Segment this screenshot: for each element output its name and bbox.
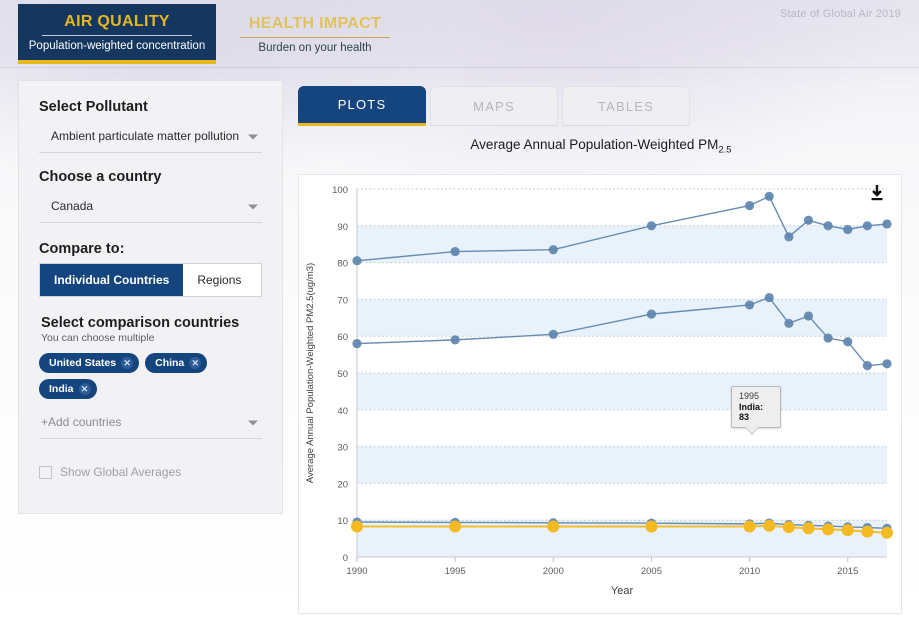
chart-title-subscript: 2.5 (718, 144, 732, 156)
remove-country-icon[interactable]: ✕ (189, 357, 202, 369)
mode-tab-health-impact-title: HEALTH IMPACT (248, 14, 382, 32)
compare-to-label: Compare to: (39, 241, 125, 257)
control-sidebar: Select Pollutant Ambient particulate mat… (18, 80, 283, 514)
compare-option-individual-countries[interactable]: Individual Countries (40, 264, 184, 296)
mode-tab-air-quality-title: AIR QUALITY (64, 12, 170, 30)
chart-card: Average Annual Population-Weighted PM2.5… (298, 137, 902, 614)
svg-text:Year: Year (611, 585, 634, 597)
header-divider (0, 67, 919, 68)
svg-text:2015: 2015 (837, 566, 858, 577)
pollutant-label: Select Pollutant (39, 99, 148, 115)
chevron-down-icon (248, 420, 258, 425)
comparison-countries-note: You can choose multiple (41, 332, 155, 344)
mode-tab-health-impact-subtitle: Burden on your health (258, 41, 372, 54)
compare-to-toggle-group: Individual Countries Regions (39, 263, 262, 297)
mode-tab-group: AIR QUALITY Population-weighted concentr… (18, 4, 414, 64)
main-panel: PLOTS MAPS TABLES Average Annual Populat… (298, 86, 902, 614)
show-global-averages-label: Show Global Averages (60, 465, 182, 479)
add-countries-placeholder: +Add countries (41, 415, 122, 429)
svg-text:1990: 1990 (346, 566, 367, 577)
chevron-down-icon (248, 204, 258, 209)
chart-plot-area: 0 10 20 30 40 50 60 70 80 90 100 1990 1995 2000 2005 20… (305, 185, 893, 597)
country-pill-united-states[interactable]: United States ✕ (39, 353, 140, 373)
mode-tab-health-impact[interactable]: HEALTH IMPACT Burden on your health (216, 4, 414, 64)
mode-tab-divider (240, 36, 390, 38)
svg-text:1995: 1995 (445, 566, 466, 577)
tooltip-year: 1995 (739, 391, 760, 401)
country-label: Choose a country (39, 169, 162, 185)
mode-tab-divider (42, 34, 192, 36)
tooltip-arrow (746, 427, 758, 434)
chart-tooltip: 1995 India: 83 (731, 386, 781, 434)
comparison-countries-heading: Select comparison countries (41, 315, 240, 331)
pollutant-select[interactable]: Ambient particulate matter pollution (39, 121, 262, 153)
chart-title-text: Average Annual Population-Weighted PM (470, 137, 719, 152)
show-global-averages-row[interactable]: Show Global Averages (39, 465, 262, 479)
mode-tab-air-quality[interactable]: AIR QUALITY Population-weighted concentr… (18, 4, 216, 64)
svg-text:60: 60 (337, 332, 348, 343)
mode-tab-air-quality-subtitle: Population-weighted concentration (28, 39, 206, 52)
svg-text:100: 100 (332, 185, 348, 196)
add-countries-select[interactable]: +Add countries (39, 407, 262, 439)
country-pill-label: India (49, 383, 74, 395)
country-pill-china[interactable]: China ✕ (145, 353, 208, 373)
tooltip-value: India: 83 (739, 402, 763, 422)
svg-text:10: 10 (337, 516, 348, 527)
chart-title: Average Annual Population-Weighted PM2.5 (299, 137, 903, 156)
remove-country-icon[interactable]: ✕ (121, 357, 134, 369)
svg-text:Average Annual Population-Weig: Average Annual Population-Weighted PM2.5… (305, 263, 316, 483)
svg-text:20: 20 (337, 479, 348, 490)
svg-text:2010: 2010 (739, 566, 760, 577)
show-global-averages-checkbox[interactable] (39, 465, 52, 479)
svg-text:2005: 2005 (641, 566, 662, 577)
tab-maps[interactable]: MAPS (430, 86, 558, 126)
country-pill-india[interactable]: India ✕ (39, 379, 97, 399)
country-pill-label: United States (49, 357, 117, 369)
remove-country-icon[interactable]: ✕ (78, 383, 91, 395)
svg-text:70: 70 (337, 295, 348, 306)
view-tab-group: PLOTS MAPS TABLES (298, 86, 902, 126)
tab-plots[interactable]: PLOTS (298, 86, 426, 126)
tab-tables[interactable]: TABLES (562, 86, 690, 126)
country-select[interactable]: Canada (39, 191, 262, 223)
svg-text:90: 90 (337, 222, 348, 233)
svg-text:40: 40 (337, 406, 348, 417)
pollutant-select-value: Ambient particulate matter pollution (51, 129, 240, 143)
site-title: State of Global Air 2019 (780, 8, 901, 20)
country-pill-label: China (155, 357, 185, 369)
svg-text:0: 0 (343, 553, 348, 564)
compare-option-regions[interactable]: Regions (183, 264, 256, 296)
svg-text:50: 50 (337, 369, 348, 380)
svg-text:2000: 2000 (543, 566, 564, 577)
country-select-value: Canada (51, 199, 94, 213)
svg-text:80: 80 (337, 259, 348, 270)
comparison-country-pill-list: United States ✕ China ✕ India ✕ (39, 353, 262, 399)
svg-text:30: 30 (337, 443, 348, 454)
chevron-down-icon (248, 134, 258, 139)
app-header: AIR QUALITY Population-weighted concentr… (0, 0, 919, 68)
